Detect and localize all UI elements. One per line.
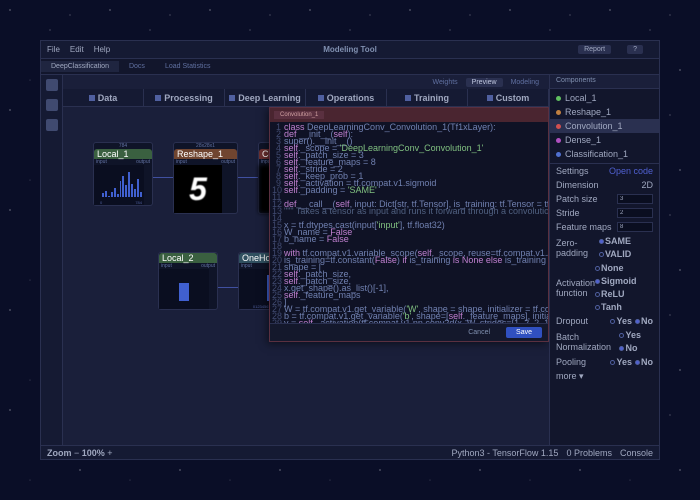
stride-input[interactable] xyxy=(617,208,653,218)
tab-project[interactable]: DeepClassification xyxy=(41,61,119,72)
settings-header: Settings xyxy=(556,166,589,176)
tab-docs[interactable]: Docs xyxy=(119,61,155,72)
menu-file[interactable]: File xyxy=(47,45,60,54)
fmaps-input[interactable] xyxy=(617,222,653,232)
view-tabs: Weights Preview Modeling xyxy=(63,75,549,89)
save-button[interactable]: Save xyxy=(506,327,542,338)
components-list: Local_1Reshape_1Convolution_1Dense_1Clas… xyxy=(550,89,659,163)
runtime-label: Python3 - TensorFlow 1.15 xyxy=(452,448,559,458)
cancel-button[interactable]: Cancel xyxy=(458,327,500,338)
layers-icon[interactable] xyxy=(46,79,58,91)
components-header: Components xyxy=(550,75,659,89)
statusbar: Zoom − 100% + Python3 - TensorFlow 1.150… xyxy=(41,445,659,459)
menubar: File Edit Help Modeling Tool Report ? xyxy=(41,41,659,59)
settings-icon[interactable] xyxy=(46,119,58,131)
cat-custom[interactable]: Custom xyxy=(468,89,549,106)
menu-help[interactable]: Help xyxy=(94,45,110,54)
tool-sidebar xyxy=(41,75,63,445)
more-link[interactable]: more ▾ xyxy=(556,371,584,382)
node-reshape1[interactable]: 28x28x1 Reshape_1 inputoutput 5 xyxy=(173,142,238,214)
data-icon[interactable] xyxy=(46,99,58,111)
component-item[interactable]: Classification_1 xyxy=(550,147,659,161)
cat-processing[interactable]: Processing xyxy=(144,89,225,106)
properties-panel: Components Local_1Reshape_1Convolution_1… xyxy=(549,75,659,445)
node-local2[interactable]: Local_2 inputoutput xyxy=(158,252,218,310)
view-modeling[interactable]: Modeling xyxy=(505,78,545,87)
chart-local1: 0784 xyxy=(94,165,144,205)
console-button[interactable]: Console xyxy=(620,448,653,458)
app-window: File Edit Help Modeling Tool Report ? De… xyxy=(40,40,660,460)
component-item[interactable]: Dense_1 xyxy=(550,133,659,147)
problems-button[interactable]: 0 Problems xyxy=(566,448,612,458)
zeropad-valid[interactable]: VALID xyxy=(599,249,631,259)
code-editor[interactable]: 1class DeepLearningConv_Convolution_1(Tf… xyxy=(270,122,548,323)
pooling-label: Pooling xyxy=(556,357,586,367)
code-tab[interactable]: Convolution_1 xyxy=(274,111,324,119)
component-item[interactable]: Convolution_1 xyxy=(550,119,659,133)
patch-input[interactable] xyxy=(617,194,653,204)
component-item[interactable]: Local_1 xyxy=(550,91,659,105)
node-local1[interactable]: 784 Local_1 inputoutput 0784 xyxy=(93,142,153,206)
graph-canvas[interactable]: 784 Local_1 inputoutput 0784 28x28x1 Res… xyxy=(63,107,549,445)
patch-label: Patch size xyxy=(556,194,598,204)
dropout-label: Dropout xyxy=(556,316,588,326)
app-title: Modeling Tool xyxy=(323,45,377,54)
open-code-link[interactable]: Open code xyxy=(609,166,653,176)
cat-operations[interactable]: Operations xyxy=(306,89,387,106)
tab-load[interactable]: Load Statistics xyxy=(155,61,221,72)
preview-reshape: 5 xyxy=(174,165,222,213)
cat-data[interactable]: Data xyxy=(63,89,144,106)
activation-label: Activation function xyxy=(556,278,595,298)
cat-training[interactable]: Training xyxy=(387,89,468,106)
code-tab-bar: Convolution_1 xyxy=(270,108,548,122)
zeropad-label: Zero-padding xyxy=(556,238,599,258)
chart-local2 xyxy=(159,269,209,309)
report-button[interactable]: Report xyxy=(578,45,611,54)
component-item[interactable]: Reshape_1 xyxy=(550,105,659,119)
fmaps-label: Feature maps xyxy=(556,222,612,232)
code-editor-panel: Convolution_1 1class DeepLearningConv_Co… xyxy=(269,107,549,342)
menu-edit[interactable]: Edit xyxy=(70,45,84,54)
view-weights[interactable]: Weights xyxy=(427,78,464,87)
dimension-label: Dimension xyxy=(556,180,599,190)
help-button[interactable]: ? xyxy=(627,45,643,54)
stride-label: Stride xyxy=(556,208,580,218)
cat-deeplearning[interactable]: Deep Learning xyxy=(225,89,306,106)
view-preview[interactable]: Preview xyxy=(466,78,503,87)
batchnorm-label: Batch Normalization xyxy=(556,332,619,352)
project-tabs: DeepClassification Docs Load Statistics xyxy=(41,59,659,75)
zeropad-same[interactable]: SAME xyxy=(599,236,631,246)
category-tabs: Data Processing Deep Learning Operations… xyxy=(63,89,549,107)
